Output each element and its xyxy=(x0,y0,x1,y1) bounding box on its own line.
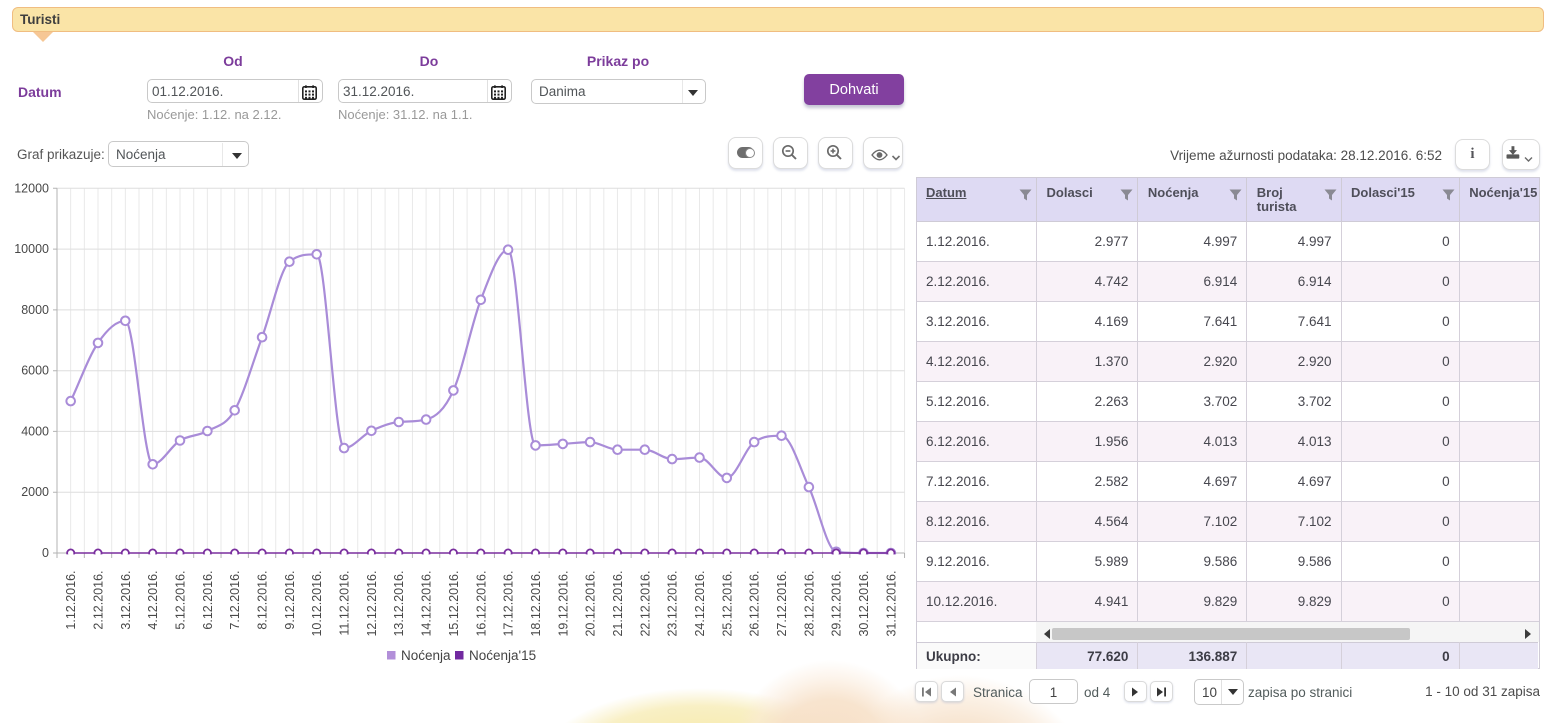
svg-text:11.12.2016.: 11.12.2016. xyxy=(338,571,352,636)
svg-text:6000: 6000 xyxy=(21,364,49,378)
svg-text:14.12.2016.: 14.12.2016. xyxy=(420,571,434,637)
svg-text:9.12.2016.: 9.12.2016. xyxy=(283,571,297,630)
svg-text:29.12.2016.: 29.12.2016. xyxy=(830,571,844,637)
svg-text:31.12.2016.: 31.12.2016. xyxy=(884,571,898,637)
svg-text:8000: 8000 xyxy=(21,303,49,317)
svg-text:16.12.2016.: 16.12.2016. xyxy=(474,571,488,637)
svg-text:12000: 12000 xyxy=(14,181,49,195)
svg-text:10000: 10000 xyxy=(14,242,49,256)
svg-text:30.12.2016.: 30.12.2016. xyxy=(857,571,871,637)
svg-text:2000: 2000 xyxy=(21,485,49,499)
svg-text:10.12.2016.: 10.12.2016. xyxy=(310,571,324,637)
svg-text:7.12.2016.: 7.12.2016. xyxy=(228,571,242,630)
svg-text:22.12.2016.: 22.12.2016. xyxy=(638,571,652,637)
svg-text:4000: 4000 xyxy=(21,424,49,438)
svg-text:25.12.2016.: 25.12.2016. xyxy=(720,571,734,637)
svg-text:Noćenja'15: Noćenja'15 xyxy=(469,648,536,663)
svg-text:18.12.2016.: 18.12.2016. xyxy=(529,571,543,637)
svg-text:20.12.2016.: 20.12.2016. xyxy=(584,571,598,637)
svg-text:1.12.2016.: 1.12.2016. xyxy=(64,571,78,630)
svg-text:24.12.2016.: 24.12.2016. xyxy=(693,571,707,637)
svg-text:17.12.2016.: 17.12.2016. xyxy=(502,571,516,637)
svg-text:28.12.2016.: 28.12.2016. xyxy=(802,571,816,637)
svg-text:19.12.2016.: 19.12.2016. xyxy=(556,571,570,637)
svg-text:4.12.2016.: 4.12.2016. xyxy=(146,571,160,630)
svg-text:0: 0 xyxy=(42,546,49,560)
svg-text:13.12.2016.: 13.12.2016. xyxy=(392,571,406,637)
svg-text:21.12.2016.: 21.12.2016. xyxy=(611,571,625,637)
svg-text:8.12.2016.: 8.12.2016. xyxy=(256,571,270,630)
svg-text:23.12.2016.: 23.12.2016. xyxy=(666,571,680,637)
svg-text:6.12.2016.: 6.12.2016. xyxy=(201,571,215,630)
svg-text:Noćenja: Noćenja xyxy=(401,648,451,663)
svg-text:27.12.2016.: 27.12.2016. xyxy=(775,571,789,637)
svg-text:15.12.2016.: 15.12.2016. xyxy=(447,571,461,637)
svg-text:3.12.2016.: 3.12.2016. xyxy=(119,571,133,630)
svg-text:5.12.2016.: 5.12.2016. xyxy=(174,571,188,630)
svg-text:26.12.2016.: 26.12.2016. xyxy=(748,571,762,637)
svg-text:2.12.2016.: 2.12.2016. xyxy=(92,571,106,630)
svg-text:12.12.2016.: 12.12.2016. xyxy=(365,571,379,637)
